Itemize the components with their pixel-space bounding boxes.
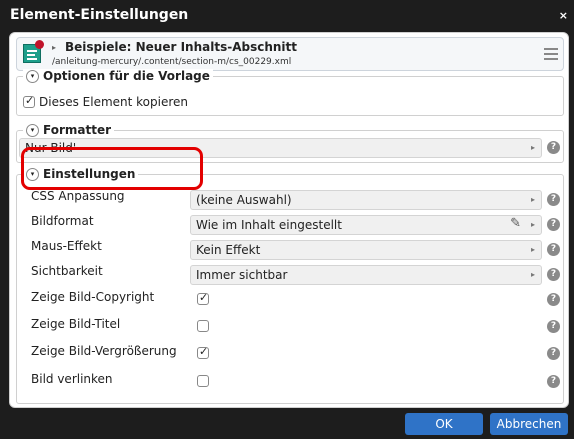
copy-element-row[interactable]: Dieses Element kopieren <box>23 94 189 109</box>
show-zoom-checkbox[interactable] <box>197 345 209 359</box>
expand-arrow-icon[interactable]: ▸ <box>52 43 56 52</box>
element-editor-icon <box>23 40 44 63</box>
cancel-button[interactable]: Abbrechen <box>490 413 568 435</box>
mouse-effect-select[interactable]: Kein Effekt ▸ <box>190 240 542 260</box>
link-image-label: Bild verlinken <box>31 372 113 386</box>
css-adjust-select[interactable]: (keine Auswahl) ▸ <box>190 190 542 210</box>
formatter-legend[interactable]: ▾ Formatter <box>23 123 115 137</box>
css-adjust-label: CSS Anpassung <box>31 189 125 203</box>
element-path: /anleitung-mercury/.content/section-m/cs… <box>52 57 292 67</box>
dialog-footer: OK Abbrechen <box>0 408 574 439</box>
show-copyright-checkbox[interactable] <box>197 291 209 305</box>
element-settings-dialog: Element-Einstellungen × ▸ Beispiele: Neu… <box>0 0 574 439</box>
pencil-icon[interactable]: ✎ <box>510 215 521 233</box>
status-dot-icon <box>35 40 44 49</box>
help-icon[interactable]: ? <box>547 320 560 333</box>
help-icon[interactable]: ? <box>547 193 560 206</box>
image-format-select[interactable]: Wie im Inhalt eingestellt ✎ ▸ <box>190 215 542 235</box>
collapse-toggle-icon[interactable]: ▾ <box>26 69 39 83</box>
copy-element-label: Dieses Element kopieren <box>39 95 189 109</box>
visibility-value: Immer sichtbar <box>196 268 288 282</box>
show-title-checkbox[interactable] <box>197 320 209 332</box>
help-icon[interactable]: ? <box>547 293 560 306</box>
collapse-toggle-icon[interactable]: ▾ <box>26 123 39 137</box>
select-arrow-icon: ▸ <box>530 143 535 152</box>
help-icon[interactable]: ? <box>547 375 560 388</box>
css-adjust-value: (keine Auswahl) <box>196 193 292 207</box>
help-icon[interactable]: ? <box>547 347 560 360</box>
settings-legend[interactable]: ▾ Einstellungen <box>23 167 139 181</box>
formatter-select-value: Nur Bild' <box>25 141 77 155</box>
visibility-select[interactable]: Immer sichtbar ▸ <box>190 265 542 285</box>
formatter-legend-label: Formatter <box>43 123 112 137</box>
copy-element-checkbox[interactable] <box>23 94 35 108</box>
mouse-effect-value: Kein Effekt <box>196 243 261 257</box>
help-icon[interactable]: ? <box>547 243 560 256</box>
settings-legend-label: Einstellungen <box>43 167 136 181</box>
mouse-effect-label: Maus-Effekt <box>31 239 102 253</box>
options-fieldset: ▾ Optionen für die Vorlage Dieses Elemen… <box>16 69 564 116</box>
show-zoom-label: Zeige Bild-Vergrößerung <box>31 344 177 358</box>
dialog-titlebar: Element-Einstellungen × <box>0 0 574 32</box>
ok-button[interactable]: OK <box>405 413 483 435</box>
formatter-select[interactable]: Nur Bild' ▸ <box>19 138 542 158</box>
close-icon[interactable]: × <box>559 9 568 22</box>
help-icon[interactable]: ? <box>547 268 560 281</box>
help-icon[interactable]: ? <box>547 218 560 231</box>
dialog-content: ▸ Beispiele: Neuer Inhalts-Abschnitt /an… <box>9 32 569 408</box>
show-title-label: Zeige Bild-Titel <box>31 317 121 331</box>
formatter-fieldset: ▾ Formatter Nur Bild' ▸ ? <box>16 123 564 163</box>
select-arrow-icon: ▸ <box>530 245 535 254</box>
settings-fieldset: ▾ Einstellungen CSS Anpassung (keine Aus… <box>16 167 564 404</box>
link-image-checkbox[interactable] <box>197 375 209 387</box>
dialog-title: Element-Einstellungen <box>10 7 189 23</box>
collapse-toggle-icon[interactable]: ▾ <box>26 167 39 181</box>
options-legend[interactable]: ▾ Optionen für die Vorlage <box>23 69 213 83</box>
select-arrow-icon: ▸ <box>530 270 535 279</box>
hamburger-menu-icon[interactable] <box>544 48 558 63</box>
show-copyright-label: Zeige Bild-Copyright <box>31 290 155 304</box>
options-legend-label: Optionen für die Vorlage <box>43 69 210 83</box>
select-arrow-icon: ▸ <box>530 220 535 229</box>
element-header: ▸ Beispiele: Neuer Inhalts-Abschnitt /an… <box>16 37 564 71</box>
image-format-label: Bildformat <box>31 214 94 228</box>
help-icon[interactable]: ? <box>547 141 560 154</box>
image-format-value: Wie im Inhalt eingestellt <box>196 218 342 232</box>
visibility-label: Sichtbarkeit <box>31 264 103 278</box>
select-arrow-icon: ▸ <box>530 195 535 204</box>
element-title: Beispiele: Neuer Inhalts-Abschnitt <box>65 40 297 54</box>
